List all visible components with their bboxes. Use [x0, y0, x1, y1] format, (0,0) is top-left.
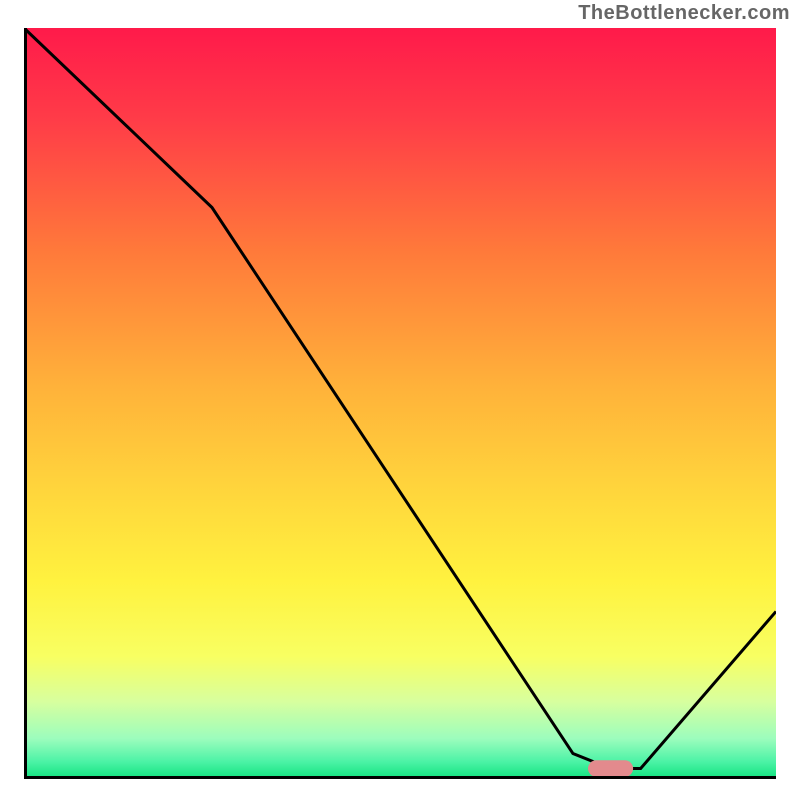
- plot-area: [24, 28, 776, 776]
- chart-curve: [24, 28, 776, 776]
- x-axis: [24, 776, 776, 779]
- attribution-text: TheBottlenecker.com: [578, 2, 790, 25]
- chart-container: TheBottlenecker.com: [0, 0, 800, 800]
- y-axis: [24, 28, 27, 776]
